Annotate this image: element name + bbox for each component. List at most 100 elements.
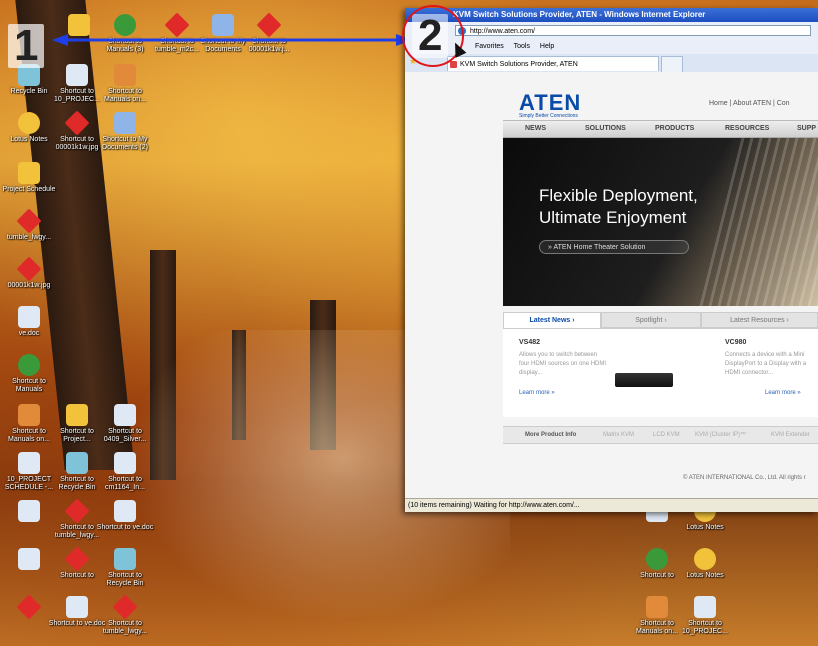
desktop-icon-label: ve.doc <box>18 330 40 337</box>
word-doc-icon <box>18 306 40 328</box>
desktop-icon-label: Shortcut to cm1164_In... <box>105 476 145 491</box>
recycle-bin-icon <box>66 452 88 474</box>
nav-news[interactable]: NEWS <box>525 121 546 137</box>
desktop-icon-label: Project Schedule <box>2 186 56 193</box>
desktop-icon-label: Shortcut to My Documents (2) <box>102 136 148 151</box>
shortcut-icon <box>18 354 40 376</box>
hero-headline-2: Ultimate Enjoyment <box>539 208 687 227</box>
hero-button[interactable]: » ATEN Home Theater Solution <box>539 240 689 254</box>
tab-latest-resources[interactable]: Latest Resources › <box>701 312 818 328</box>
news-text: Connects a device with a Mini DisplayPor… <box>725 352 807 376</box>
status-bar: (10 items remaining) Waiting for http://… <box>405 498 818 512</box>
news-learn-more[interactable]: Learn more » <box>765 389 801 398</box>
news-tabs: Latest News › Spotlight › Latest Resourc… <box>503 312 818 328</box>
menu-help[interactable]: Help <box>540 43 554 50</box>
tab-latest-news[interactable]: Latest News › <box>503 312 601 328</box>
desktop-icon[interactable]: Lotus Notes <box>676 548 734 580</box>
users-icon <box>114 64 136 86</box>
desktop-icon-label: Shortcut to Manuals on... <box>103 88 147 103</box>
nav-resources[interactable]: RESOURCES <box>725 121 769 137</box>
hero-banner[interactable]: Flexible Deployment, Ultimate Enjoyment … <box>503 138 818 306</box>
image-icon <box>64 546 90 572</box>
news-learn-more[interactable]: Learn more » <box>519 389 555 398</box>
users-icon <box>646 596 668 618</box>
browser-window[interactable]: KVM Switch Solutions Provider, ATEN - Wi… <box>405 8 818 512</box>
menu-tools[interactable]: Tools <box>514 43 530 50</box>
nav-support[interactable]: SUPP <box>797 121 816 137</box>
tab-row: ★ KVM Switch Solutions Provider, ATEN <box>405 54 818 73</box>
menu-favorites[interactable]: Favorites <box>475 43 504 50</box>
desktop-icon[interactable]: Shortcut to My Documents (2) <box>96 112 154 152</box>
desktop-icon-label: Shortcut to Recycle Bin <box>106 572 144 587</box>
product-image[interactable] <box>615 373 673 387</box>
tab-spotlight[interactable]: Spotlight › <box>601 312 701 328</box>
image-icon <box>16 208 42 234</box>
shortcut-icon <box>114 14 136 36</box>
image-icon <box>64 110 90 136</box>
arrow-head-left <box>52 34 68 46</box>
tab-title: KVM Switch Solutions Provider, ATEN <box>460 61 578 68</box>
product-link[interactable]: LCD KVM <box>653 427 680 443</box>
desktop-icon-label: Shortcut to tumble_lwgy... <box>102 620 148 635</box>
step-number-1: 1 <box>8 24 45 68</box>
product-link[interactable]: Matrix KVM <box>603 427 634 443</box>
users-icon <box>18 404 40 426</box>
desktop-icon[interactable]: Shortcut to 0409_Silver... <box>96 404 154 444</box>
document-icon <box>18 452 40 474</box>
favicon-icon <box>450 61 457 68</box>
desktop-icon[interactable]: 00001k1w.jpg <box>0 256 58 290</box>
address-bar[interactable]: http://www.aten.com/ <box>455 25 811 36</box>
logo-tagline: Simply Better Connections <box>519 113 578 119</box>
copyright: © ATEN INTERNATIONAL Co., Ltd. All right… <box>683 475 806 481</box>
desktop-icon[interactable]: Shortcut to cm1164_In... <box>96 452 154 492</box>
desktop-icon[interactable]: Shortcut to tumble_lwgy... <box>96 594 154 636</box>
nav-products[interactable]: PRODUCTS <box>655 121 694 137</box>
documents-icon <box>212 14 234 36</box>
lotus-notes-icon <box>18 112 40 134</box>
desktop-icon-label: Lotus Notes <box>686 572 724 579</box>
image-icon <box>64 498 90 524</box>
recycle-bin-icon <box>114 548 136 570</box>
folder-icon <box>68 14 90 36</box>
image-icon <box>16 256 42 282</box>
news-title[interactable]: VS482 <box>519 339 540 346</box>
nav-solutions[interactable]: SOLUTIONS <box>585 121 626 137</box>
product-link[interactable]: KVM Extender <box>771 427 810 443</box>
folder-icon <box>18 162 40 184</box>
lotus-notes-icon <box>694 548 716 570</box>
word-doc-icon <box>66 596 88 618</box>
top-links[interactable]: Home | About ATEN | Con <box>709 100 790 107</box>
document-icon <box>114 404 136 426</box>
desktop-icon-label: Shortcut to 0409_Silver... <box>103 428 147 443</box>
desktop-icon-label: Lotus Notes <box>686 524 724 531</box>
address-row: http://www.aten.com/ <box>405 22 818 40</box>
desktop-icon[interactable]: Shortcut to Recycle Bin <box>96 548 154 588</box>
documents-icon <box>114 112 136 134</box>
desktop-icon[interactable]: ve.doc <box>0 306 58 338</box>
new-tab-button[interactable] <box>661 56 683 72</box>
desktop-icon[interactable]: Shortcut to Manuals <box>0 354 58 394</box>
shortcut-icon <box>646 548 668 570</box>
word-doc-icon <box>114 500 136 522</box>
news-panel: VS482 Allows you to switch between four … <box>503 328 818 417</box>
main-nav: NEWS SOLUTIONS PRODUCTS RESOURCES SUPP <box>503 120 818 138</box>
web-page: ATEN Simply Better Connections Home | Ab… <box>405 72 818 498</box>
desktop-icon-label: Shortcut to Manuals <box>12 378 46 393</box>
address-url: http://www.aten.com/ <box>470 28 535 35</box>
document-icon <box>18 548 40 570</box>
desktop-icon[interactable]: tumble_lwgy... <box>0 208 58 242</box>
browser-title-bar: KVM Switch Solutions Provider, ATEN - Wi… <box>405 8 818 22</box>
desktop-icon-label: 00001k1w.jpg <box>7 282 51 289</box>
browser-tab[interactable]: KVM Switch Solutions Provider, ATEN <box>447 56 659 71</box>
desktop-icon[interactable]: Shortcut to 10_PROJEC... <box>676 596 734 636</box>
image-icon <box>112 594 138 620</box>
image-icon <box>16 594 42 620</box>
product-link[interactable]: KVM (Cluster IP)™ <box>695 427 746 443</box>
desktop-icon[interactable]: Project Schedule <box>0 162 58 194</box>
menu-bar: Favorites Tools Help <box>405 40 818 54</box>
news-title[interactable]: VC980 <box>725 339 746 346</box>
desktop-icon[interactable]: Shortcut to ve.doc <box>96 500 154 532</box>
product-info-label: More Product Info <box>525 432 577 438</box>
desktop-icon[interactable]: Shortcut to Manuals on... <box>96 64 154 104</box>
desktop-icon-label: Shortcut to ve.doc <box>96 524 154 531</box>
